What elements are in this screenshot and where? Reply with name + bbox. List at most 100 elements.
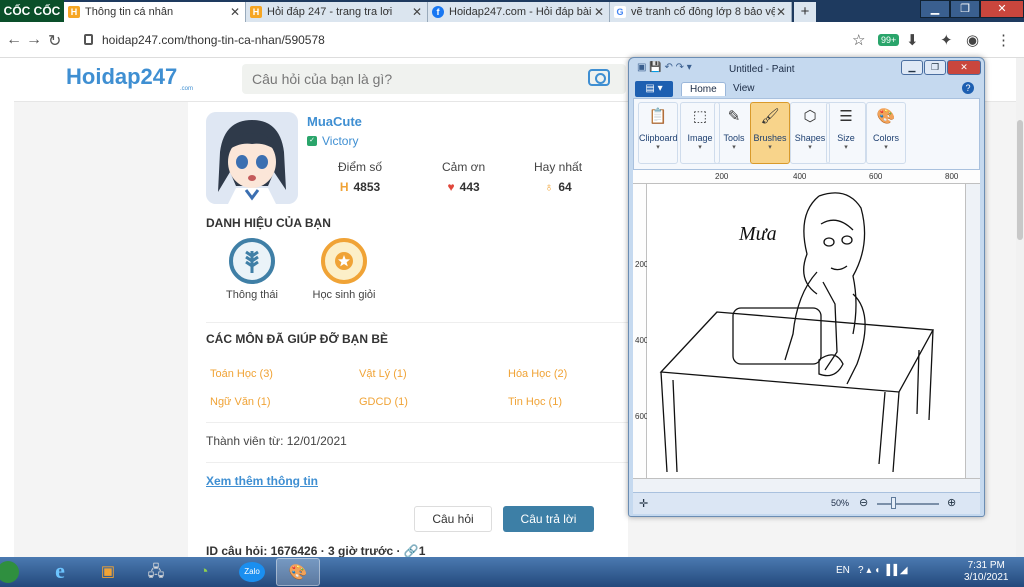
- clipboard-icon: 📋: [648, 108, 668, 125]
- zalo-icon[interactable]: Zalo: [230, 558, 274, 586]
- clock-time: 7:31 PM: [967, 560, 1005, 571]
- close-icon[interactable]: ✕: [775, 5, 787, 19]
- paint-horizontal-scrollbar[interactable]: [633, 478, 980, 492]
- window-close-button[interactable]: ✕: [980, 0, 1024, 18]
- subject-item[interactable]: Hóa Học (2): [508, 368, 567, 380]
- ribbon: 📋 Clipboard ▾ ⬚ Image ▾ ✎ Tools ▾ 🖌 Brus…: [633, 98, 980, 170]
- username[interactable]: MuaCute: [307, 114, 362, 129]
- google-favicon-icon: G: [614, 6, 626, 18]
- chevron-down-icon: ▾: [732, 144, 736, 151]
- group-clipboard[interactable]: 📋 Clipboard ▾: [638, 102, 678, 164]
- ruler-left: 200 400 600: [633, 184, 648, 478]
- stat-value: 4853: [353, 180, 381, 194]
- chevron-down-icon: ▾: [808, 144, 812, 151]
- answers-tab-button[interactable]: Câu trả lời: [503, 506, 594, 532]
- zoom-slider-thumb[interactable]: [891, 497, 896, 509]
- taskbar: e ▣ 🖧 ◔ Zalo 🎨 EN ? ▴ ◖ ▐▐ ◢ 7:31 PM 3/1…: [0, 557, 1024, 587]
- divider: [206, 462, 628, 463]
- rank: ✓ Victory: [307, 134, 358, 148]
- puzzle-icon[interactable]: ✦: [940, 31, 953, 49]
- close-icon[interactable]: ✕: [593, 5, 605, 19]
- stat-value-wrap: ♥ 443: [442, 180, 485, 194]
- star-icon[interactable]: ☆: [852, 31, 865, 49]
- menu-icon[interactable]: ⋮: [996, 31, 1011, 49]
- back-icon[interactable]: ←: [6, 31, 22, 49]
- tab-view[interactable]: View: [725, 82, 763, 95]
- group-tools[interactable]: ✎ Tools ▾: [714, 102, 754, 164]
- url-field[interactable]: hoidap247.com/thong-tin-ca-nhan/590578: [72, 28, 842, 52]
- minimize-button[interactable]: ▁: [920, 0, 950, 18]
- zoom-in-icon[interactable]: ⊕: [947, 496, 956, 509]
- move-cursor-icon: ✛: [639, 498, 649, 510]
- group-size[interactable]: ☰ Size ▾: [826, 102, 866, 164]
- group-shapes[interactable]: ⬡ Shapes ▾: [790, 102, 830, 164]
- group-label: Shapes: [794, 133, 826, 143]
- quick-access-toolbar[interactable]: ▣ 💾 ↶ ↷ ▾: [637, 62, 692, 73]
- zoom-slider[interactable]: [877, 503, 939, 505]
- hoidap-favicon-icon: H: [250, 6, 262, 18]
- tray-icons[interactable]: ? ▴ ◖ ▐▐ ◢: [858, 565, 908, 576]
- tab-profile[interactable]: H Thông tin cá nhân ✕: [64, 2, 246, 22]
- account-icon[interactable]: ◉: [966, 31, 979, 49]
- hoidap-favicon-icon: H: [68, 6, 80, 18]
- language-indicator[interactable]: EN: [836, 565, 850, 576]
- search-input[interactable]: Câu hỏi của bạn là gì?: [242, 64, 857, 100]
- paint-minimize-button[interactable]: ▁: [901, 60, 923, 75]
- ie-icon[interactable]: e: [38, 558, 82, 586]
- badge-good-student[interactable]: Học sinh giỏi: [294, 238, 394, 301]
- paint-icon[interactable]: 🎨: [276, 558, 320, 586]
- brush-icon: 🖌: [760, 108, 780, 125]
- more-info-link[interactable]: Xem thêm thông tin: [206, 474, 318, 488]
- close-icon[interactable]: ✕: [229, 5, 241, 19]
- medal-icon: ♁: [544, 180, 554, 194]
- extension-badge[interactable]: 99+: [878, 34, 900, 46]
- clock[interactable]: 7:31 PM 3/10/2021: [964, 560, 1009, 584]
- window-controls: ▁ ❐ ✕: [920, 0, 1024, 18]
- subject-item[interactable]: Vật Lý (1): [359, 368, 407, 380]
- close-icon[interactable]: ✕: [411, 5, 423, 19]
- badge-scholar[interactable]: Thông thái: [202, 238, 302, 301]
- download-icon[interactable]: ⬇: [906, 31, 919, 49]
- ribbon-tabs: ▤ ▾ Home View ?: [633, 80, 980, 98]
- tab-google[interactable]: G vẽ tranh cổ đông lớp 8 bảo vệ ✕: [610, 2, 792, 22]
- media-player-icon[interactable]: ▣: [86, 558, 130, 586]
- browser-logo[interactable]: CỐC CỐC: [0, 0, 64, 22]
- ruler-top: 200 400 600 800: [633, 170, 980, 184]
- new-tab-button[interactable]: +: [794, 2, 816, 22]
- canvas-text: Mưa: [738, 223, 777, 245]
- reload-icon[interactable]: ↻: [48, 31, 61, 51]
- paint-maximize-button[interactable]: ❐: [924, 60, 946, 75]
- start-button[interactable]: [0, 558, 22, 586]
- subject-item[interactable]: Tin Học (1): [508, 396, 562, 408]
- tab-facebook[interactable]: f Hoidap247.com - Hỏi đáp bài ✕: [428, 2, 610, 22]
- subject-item[interactable]: GDCD (1): [359, 396, 408, 408]
- paint-close-button[interactable]: ✕: [947, 60, 981, 75]
- site-logo[interactable]: Hoidap247: [66, 64, 177, 90]
- group-brushes[interactable]: 🖌 Brushes ▾: [750, 102, 790, 164]
- tab-home[interactable]: Home: [681, 82, 726, 96]
- lock-icon: [84, 34, 93, 45]
- group-label: Colors: [872, 133, 899, 143]
- subject-item[interactable]: Ngữ Văn (1): [210, 396, 271, 408]
- subject-item[interactable]: Toán Học (3): [210, 368, 273, 380]
- facebook-favicon-icon: f: [432, 6, 444, 18]
- paint-window[interactable]: ▣ 💾 ↶ ↷ ▾ Untitled - Paint ▁ ❐ ✕ ▤ ▾ Hom…: [628, 57, 985, 517]
- drawing-canvas[interactable]: Mưa: [647, 184, 965, 478]
- stat-value: 443: [459, 180, 480, 194]
- coc-coc-icon[interactable]: ◔: [182, 558, 226, 586]
- tab-hoidap[interactable]: H Hỏi đáp 247 - trang tra lơi ✕: [246, 2, 428, 22]
- questions-tab-button[interactable]: Câu hỏi: [414, 506, 492, 532]
- paint-vertical-scrollbar[interactable]: [965, 184, 980, 478]
- help-icon[interactable]: ?: [962, 82, 974, 94]
- network-icon[interactable]: 🖧: [134, 558, 178, 586]
- restore-button[interactable]: ❐: [950, 0, 980, 18]
- zoom-out-icon[interactable]: ⊖: [859, 496, 868, 509]
- forward-icon[interactable]: →: [26, 31, 42, 49]
- subjects-heading: CÁC MÔN ĐÃ GIÚP ĐỠ BẠN BÈ: [206, 332, 389, 346]
- camera-icon[interactable]: [588, 69, 610, 86]
- paint-file-menu[interactable]: ▤ ▾: [635, 81, 673, 97]
- gold-medal-badge-icon: [321, 238, 367, 284]
- page-scroll-thumb[interactable]: [1017, 120, 1023, 240]
- group-colors[interactable]: 🎨 Colors ▾: [866, 102, 906, 164]
- badge-label: Thông thái: [226, 289, 278, 301]
